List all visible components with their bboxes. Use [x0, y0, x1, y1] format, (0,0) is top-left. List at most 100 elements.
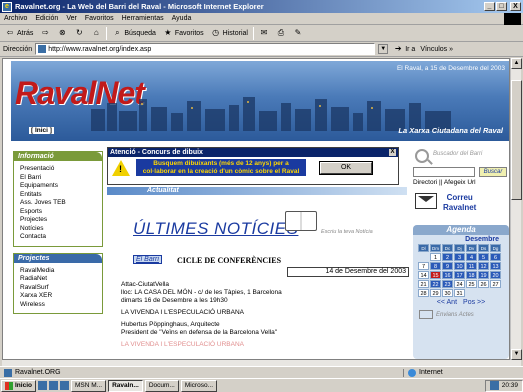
- nav-item-contacta[interactable]: Contacta: [20, 233, 96, 242]
- menu-favoritos[interactable]: Favoritos: [85, 15, 114, 22]
- calendar-day[interactable]: 21: [418, 280, 429, 288]
- correu-link[interactable]: Correu Ravalnet: [443, 193, 476, 213]
- calendar-day[interactable]: 25: [466, 280, 477, 288]
- nav-item-ass-joves[interactable]: Ass. Joves TEB: [20, 199, 96, 208]
- calendar-day[interactable]: 19: [478, 271, 489, 279]
- quicklaunch-icon[interactable]: [48, 381, 58, 390]
- calendar-day[interactable]: 7: [418, 262, 429, 270]
- calendar-day[interactable]: 9: [442, 262, 453, 270]
- nav-item-esports[interactable]: Esports: [20, 208, 96, 217]
- site-search-button[interactable]: Buscar: [479, 167, 507, 177]
- nav-item-equipaments[interactable]: Equipaments: [20, 182, 96, 191]
- vertical-scrollbar[interactable]: ▲ ▼: [510, 58, 522, 360]
- start-button[interactable]: Inicio: [1, 379, 36, 392]
- calendar-day[interactable]: 3: [454, 253, 465, 261]
- inici-link[interactable]: [ Inici ]: [29, 127, 54, 134]
- minimize-button[interactable]: _: [484, 2, 495, 11]
- menu-archivo[interactable]: Archivo: [4, 15, 27, 22]
- popup-close-button[interactable]: X: [389, 149, 396, 156]
- task-documents[interactable]: Docum...: [144, 379, 179, 392]
- calendar-day[interactable]: 16: [442, 271, 453, 279]
- close-button[interactable]: X: [510, 2, 521, 11]
- news-heading[interactable]: ÚLTIMES NOTÍCIES: [133, 219, 298, 239]
- calendar-day[interactable]: 27: [490, 280, 501, 288]
- write-news-link[interactable]: Escriu la teva Notícia: [321, 229, 373, 235]
- search-button[interactable]: ⌕ Búsqueda: [110, 26, 158, 40]
- print-button[interactable]: ⎙: [274, 26, 288, 40]
- calendar-day[interactable]: 13: [490, 262, 501, 270]
- back-button[interactable]: ⇦ Atrás: [3, 26, 35, 40]
- calendar-day[interactable]: 24: [454, 280, 465, 288]
- ok-button[interactable]: OK: [319, 160, 373, 175]
- stop-button[interactable]: ⊗: [55, 26, 69, 40]
- edit-button[interactable]: ✎: [291, 26, 305, 40]
- calendar-day[interactable]: 14: [418, 271, 429, 279]
- nav-item-el-barri[interactable]: El Barri: [20, 174, 96, 183]
- book-icon[interactable]: [285, 211, 317, 231]
- calendar-next-link[interactable]: Pos >>: [463, 299, 485, 306]
- nav-item-projectes[interactable]: Projectes: [20, 216, 96, 225]
- calendar-day[interactable]: 6: [490, 253, 501, 261]
- nav-item-presentacio[interactable]: Presentació: [20, 165, 96, 174]
- calendar-day[interactable]: 23: [442, 280, 453, 288]
- clock: 20:39: [501, 382, 518, 389]
- category-tag[interactable]: El Barri: [133, 255, 162, 264]
- send-events-link[interactable]: Envians Actes: [413, 310, 509, 319]
- calendar-day[interactable]: 2: [442, 253, 453, 261]
- calendar-day[interactable]: 28: [418, 289, 429, 297]
- go-button[interactable]: ➔ Ir a: [391, 42, 417, 56]
- favorites-button[interactable]: ★ Favoritos: [161, 26, 206, 40]
- quicklaunch-icon[interactable]: [59, 381, 69, 390]
- history-button[interactable]: ◷ Historial: [209, 26, 250, 40]
- calendar-day[interactable]: 29: [430, 289, 441, 297]
- calendar-day[interactable]: 31: [454, 289, 465, 297]
- nav-item-entitats[interactable]: Entitats: [20, 191, 96, 200]
- calendar-day[interactable]: 5: [478, 253, 489, 261]
- task-microsoft[interactable]: Microso...: [180, 379, 217, 392]
- mail-button[interactable]: ✉: [257, 26, 271, 40]
- maximize-button[interactable]: □: [496, 2, 507, 11]
- links-label[interactable]: Vínculos »: [420, 46, 453, 53]
- calendar-day-today[interactable]: 15: [430, 271, 441, 279]
- nav-item-xarxa-xer[interactable]: Xarxa XER: [20, 292, 96, 301]
- calendar-prev-link[interactable]: << Ant: [437, 299, 457, 306]
- site-search-input[interactable]: [413, 167, 475, 177]
- nav-item-wireless[interactable]: Wireless: [20, 301, 96, 310]
- calendar-day[interactable]: 26: [478, 280, 489, 288]
- scroll-up-icon[interactable]: ▲: [511, 58, 522, 69]
- menu-edicion[interactable]: Edición: [35, 15, 58, 22]
- url-input[interactable]: http://www.ravalnet.org/index.asp: [35, 43, 376, 55]
- refresh-button[interactable]: ↻: [72, 26, 86, 40]
- calendar-day[interactable]: 12: [478, 262, 489, 270]
- calendar-day[interactable]: 10: [454, 262, 465, 270]
- forward-button[interactable]: ⇨: [38, 26, 52, 40]
- scroll-thumb[interactable]: [511, 80, 522, 200]
- calendar-month: Desembre: [465, 236, 499, 243]
- task-msn[interactable]: MSN M...: [70, 379, 107, 392]
- popup-title-text: Atenció - Concurs de dibuix: [110, 149, 203, 156]
- calendar-day[interactable]: 18: [466, 271, 477, 279]
- calendar-day[interactable]: 11: [466, 262, 477, 270]
- nav-item-noticies[interactable]: Notícies: [20, 225, 96, 234]
- home-button[interactable]: ⌂: [89, 26, 103, 40]
- calendar-day[interactable]: 30: [442, 289, 453, 297]
- envelope-icon[interactable]: [415, 193, 437, 209]
- calendar-day[interactable]: 17: [454, 271, 465, 279]
- task-ravalnet[interactable]: Ravaln...: [108, 379, 143, 392]
- menu-ayuda[interactable]: Ayuda: [172, 15, 192, 22]
- calendar-day[interactable]: 4: [466, 253, 477, 261]
- address-dropdown-icon[interactable]: ▼: [378, 44, 389, 54]
- nav-item-ravalsurf[interactable]: RavalSurf: [20, 284, 96, 293]
- directory-links[interactable]: Directori || Afegeix Url: [413, 179, 476, 186]
- calendar-day[interactable]: 22: [430, 280, 441, 288]
- calendar-day[interactable]: 20: [490, 271, 501, 279]
- calendar-day[interactable]: 8: [430, 262, 441, 270]
- nav-item-ravalmedia[interactable]: RavalMedia: [20, 267, 96, 276]
- menu-ver[interactable]: Ver: [66, 15, 77, 22]
- quicklaunch-icon[interactable]: [37, 381, 47, 390]
- scroll-down-icon[interactable]: ▼: [511, 349, 522, 360]
- menu-herramientas[interactable]: Herramientas: [122, 15, 164, 22]
- calendar-day[interactable]: 1: [430, 253, 441, 261]
- nav-item-radianet[interactable]: RadiaNet: [20, 275, 96, 284]
- tray-icon[interactable]: [489, 381, 499, 390]
